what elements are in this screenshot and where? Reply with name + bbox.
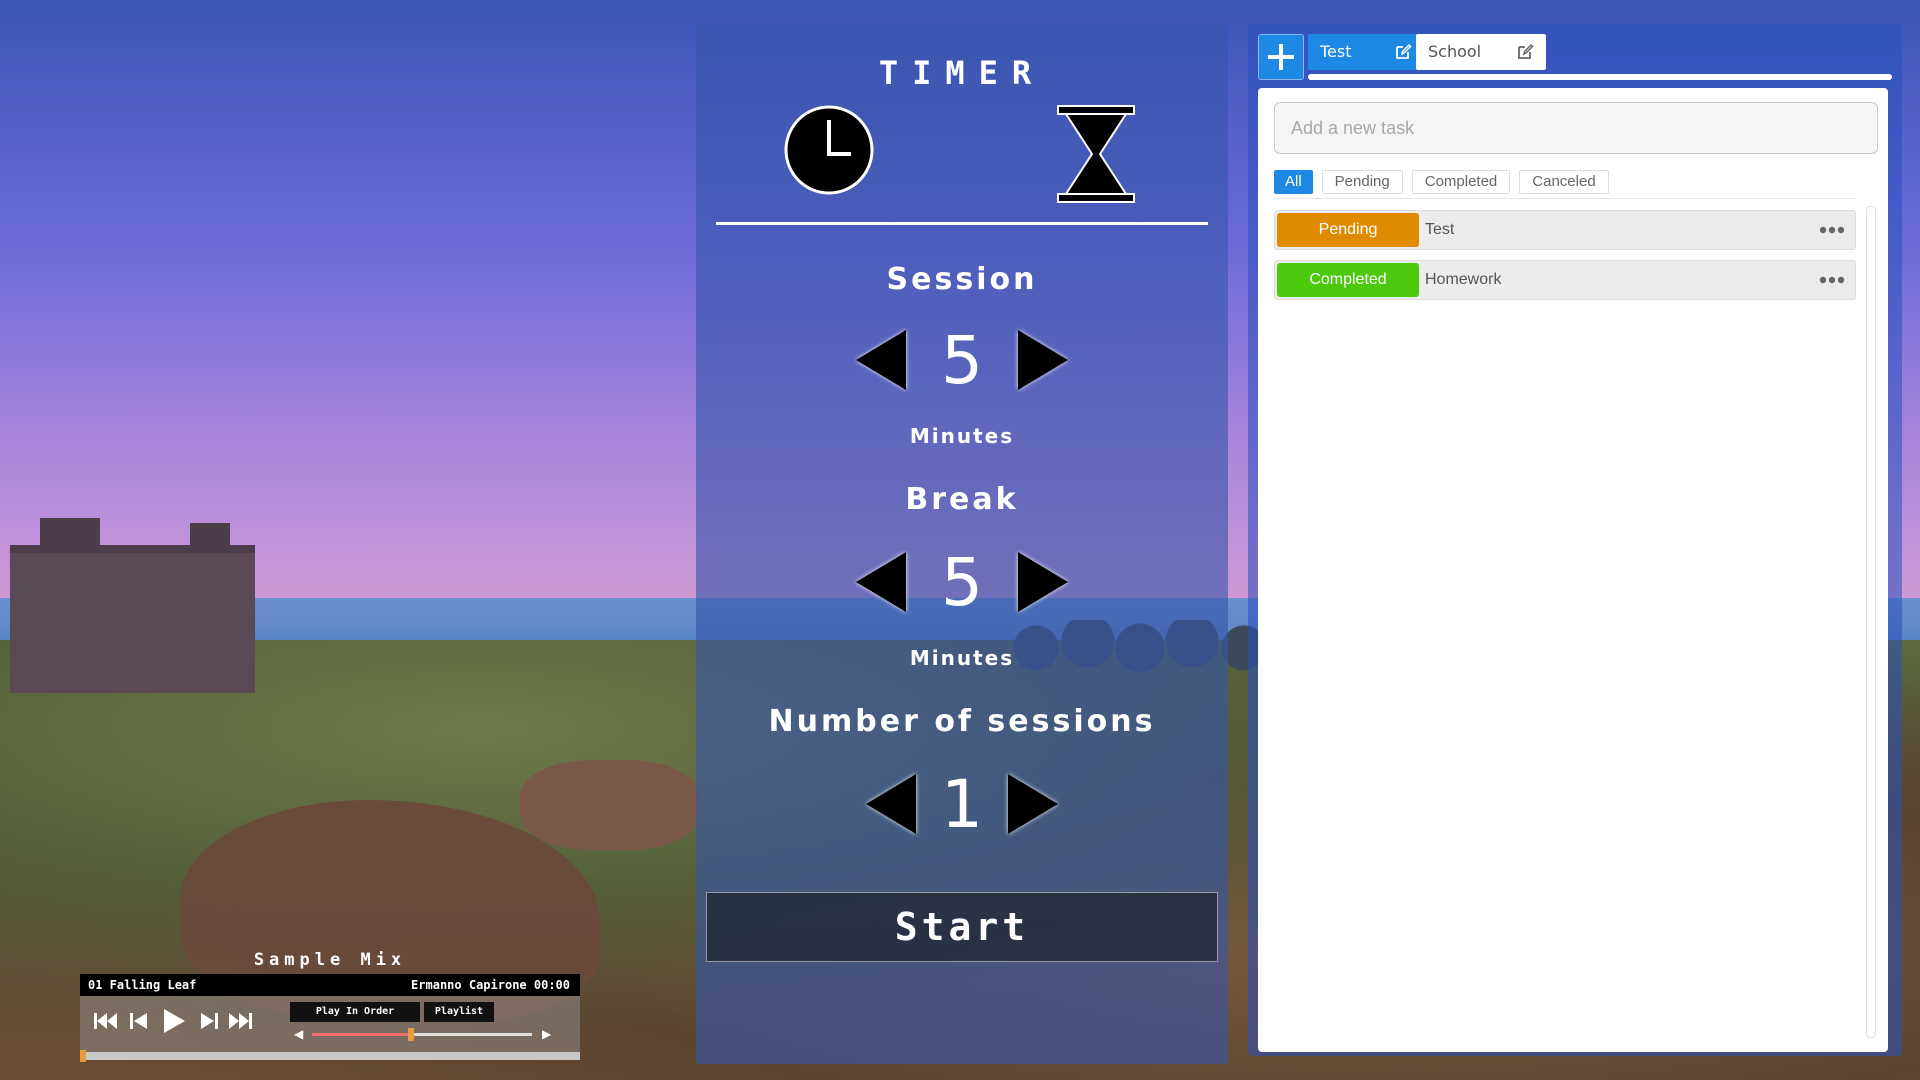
track-progress-bar[interactable] [80,1050,580,1062]
volume-fill [312,1033,411,1036]
play-icon[interactable] [162,1008,186,1034]
background-rock [520,760,700,850]
timer-panel: TIMER Session 5 Minutes Break 5 Minutes … [696,24,1228,1064]
more-options-icon[interactable] [1819,220,1845,240]
session-label: Session [886,262,1038,297]
timer-title: TIMER [878,54,1046,92]
start-button[interactable]: Start [706,892,1218,962]
hourglass-icon[interactable] [1056,104,1136,204]
task-list-scrollbar[interactable] [1866,206,1876,1038]
plus-icon [1268,44,1294,70]
task-list-container: All Pending Completed Canceled Pending Test… [1258,88,1888,1052]
divider [1274,198,1856,199]
filter-all[interactable]: All [1274,170,1313,194]
next-icon[interactable] [200,1012,218,1030]
filter-completed[interactable]: Completed [1411,170,1511,194]
task-status-pending[interactable]: Pending [1277,213,1419,247]
task-item[interactable]: Pending Test [1274,210,1856,250]
skip-to-start-icon[interactable] [94,1012,118,1030]
playlist-button[interactable]: Playlist [424,1002,494,1022]
edit-icon[interactable] [1394,43,1412,61]
list-tab-label: Test [1320,42,1352,61]
track-name: 01 Falling Leaf [88,978,197,992]
new-task-input[interactable] [1274,102,1878,154]
add-list-button[interactable] [1258,34,1304,80]
filter-pending[interactable]: Pending [1321,170,1403,194]
task-filters: All Pending Completed Canceled [1274,170,1618,194]
sessions-count-stepper: 1 [696,766,1228,844]
mix-title: Sample Mix [253,950,407,970]
volume-up-icon[interactable]: ▶ [542,1027,551,1041]
break-units: Minutes [909,646,1015,670]
task-panel: Test School All Pending Completed Canceled … [1248,24,1902,1056]
skip-to-end-icon[interactable] [228,1012,252,1030]
break-label: Break [905,482,1019,517]
session-increase-button[interactable] [1018,330,1068,390]
volume-knob[interactable] [408,1028,414,1041]
sessions-increase-button[interactable] [1008,774,1058,834]
track-artist-time: Ermanno Capirone 00:00 [411,978,570,992]
task-status-completed[interactable]: Completed [1277,263,1419,297]
list-tab-test[interactable]: Test [1308,34,1424,70]
tab-underline [1308,74,1892,80]
task-name: Test [1425,221,1455,238]
session-units: Minutes [909,424,1015,448]
divider [716,222,1208,225]
break-increase-button[interactable] [1018,552,1068,612]
list-tab-school[interactable]: School [1416,34,1546,70]
progress-knob[interactable] [80,1050,86,1062]
track-info-bar: 01 Falling Leaf Ermanno Capirone 00:00 [80,974,580,996]
session-stepper: 5 [696,322,1228,400]
play-order-button[interactable]: Play In Order [290,1002,420,1022]
music-player: Sample Mix 01 Falling Leaf Ermanno Capir… [80,950,580,1062]
clock-icon[interactable] [783,104,875,196]
task-item[interactable]: Completed Homework [1274,260,1856,300]
sessions-count-value: 1 [941,766,983,843]
background-house [10,518,255,693]
task-name: Homework [1425,271,1502,288]
sessions-count-label: Number of sessions [768,704,1156,739]
session-value: 5 [941,322,983,399]
break-value: 5 [941,544,983,621]
volume-slider[interactable] [312,1028,532,1041]
filter-canceled[interactable]: Canceled [1519,170,1609,194]
volume-down-icon[interactable]: ◀ [294,1027,303,1041]
previous-icon[interactable] [130,1012,148,1030]
edit-icon[interactable] [1516,43,1534,61]
more-options-icon[interactable] [1819,270,1845,290]
list-tab-label: School [1428,42,1482,61]
break-stepper: 5 [696,544,1228,622]
